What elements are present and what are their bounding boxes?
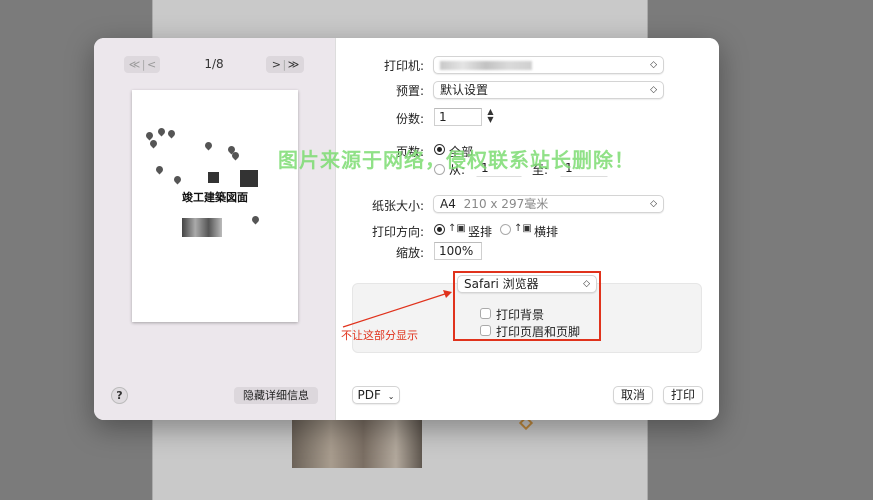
print-dialog: ≪ | < 1/8 > | ≫ 竣工建築図面 ? 隐藏详细信息 打印机: ◇ 预… (94, 38, 719, 420)
copies-label: 份数: (395, 112, 424, 126)
chevron-updown-icon: ◇ (650, 199, 657, 209)
print-header-footer-checkbox[interactable] (480, 325, 491, 336)
print-background-label: 打印背景 (496, 308, 545, 322)
next-page-icon[interactable]: > (272, 58, 281, 71)
paper-size-value: A4 (440, 197, 456, 211)
preset-label: 预置: (395, 84, 424, 98)
first-page-icon[interactable]: ≪ (129, 58, 140, 71)
map-pin-icon (250, 214, 261, 225)
chevron-updown-icon: ◇ (650, 60, 657, 70)
scale-label: 缩放: (395, 246, 424, 260)
cancel-button[interactable]: 取消 (613, 386, 653, 404)
copies-field[interactable]: 1 (434, 108, 482, 126)
map-pin-icon (166, 128, 177, 139)
map-pin-icon (156, 126, 167, 137)
orientation-landscape-label: 横排 (534, 225, 559, 239)
preset-value: 默认设置 (440, 83, 489, 97)
portrait-icon: ↑▣ (448, 223, 466, 234)
copies-stepper[interactable]: ▲ ▼ (485, 108, 496, 126)
map-pin-icon (154, 164, 165, 175)
preview-thumbnail (208, 172, 219, 183)
landscape-icon: ↑▣ (514, 223, 532, 234)
settings-pane: 打印机: ◇ 预置: 默认设置 ◇ 份数: 1 ▲ ▼ 页数: 全部 从: 1 至… (336, 38, 719, 420)
pdf-label: PDF (357, 388, 381, 402)
chevron-updown-icon: ◇ (583, 279, 590, 289)
map-pin-icon (230, 150, 241, 161)
preview-pane: ≪ | < 1/8 > | ≫ 竣工建築図面 ? 隐藏详细信息 (94, 38, 336, 420)
map-pin-icon (203, 140, 214, 151)
watermark-text: 图片来源于网络，侵权联系站长删除！ (278, 148, 635, 172)
printer-label: 打印机: (383, 59, 424, 73)
prev-page-icon[interactable]: < (147, 58, 156, 71)
print-background-checkbox[interactable] (480, 308, 491, 319)
page-preview: 竣工建築図面 (132, 90, 298, 322)
background-photo (292, 420, 422, 468)
orientation-portrait-label: 竖排 (468, 225, 493, 239)
printer-select[interactable]: ◇ (433, 56, 664, 74)
app-section-value: Safari 浏览器 (464, 277, 539, 291)
page-indicator: 1/8 (204, 57, 224, 71)
map-pin-icon (172, 174, 183, 185)
chevron-updown-icon: ◇ (650, 85, 657, 95)
paper-size-label: 纸张大小: (371, 199, 424, 213)
page-nav-next-last[interactable]: > | ≫ (266, 56, 304, 73)
preview-drawing-title: 竣工建築図面 (182, 191, 248, 204)
paper-size-dims: 210 x 297毫米 (463, 197, 549, 211)
orientation-landscape-radio[interactable] (500, 224, 511, 235)
help-button[interactable]: ? (111, 387, 128, 404)
print-button[interactable]: 打印 (663, 386, 703, 404)
last-page-icon[interactable]: ≫ (288, 58, 299, 71)
map-pin-icon (148, 138, 159, 149)
preview-photo (182, 218, 222, 237)
hide-details-button[interactable]: 隐藏详细信息 (234, 387, 318, 404)
orientation-portrait-radio[interactable] (434, 224, 445, 235)
page-nav-first-prev[interactable]: ≪ | < (124, 56, 160, 73)
app-section-select[interactable]: Safari 浏览器 ◇ (457, 275, 597, 293)
scale-field[interactable]: 100% (434, 242, 482, 260)
pdf-menu-button[interactable]: PDF ⌄ (352, 386, 400, 404)
annotation-note: 不让这部分显示 (341, 329, 418, 342)
print-header-footer-label: 打印页眉和页脚 (496, 325, 581, 339)
annotation-highlight-box: Safari 浏览器 ◇ 打印背景 打印页眉和页脚 (453, 271, 601, 341)
chevron-down-icon: ⌄ (387, 392, 395, 401)
paper-size-select[interactable]: A4 210 x 297毫米 ◇ (433, 195, 664, 213)
preview-thumbnail (240, 170, 258, 187)
orientation-label: 打印方向: (371, 225, 424, 239)
printer-name-blurred (440, 61, 532, 70)
preset-select[interactable]: 默认设置 ◇ (433, 81, 664, 99)
